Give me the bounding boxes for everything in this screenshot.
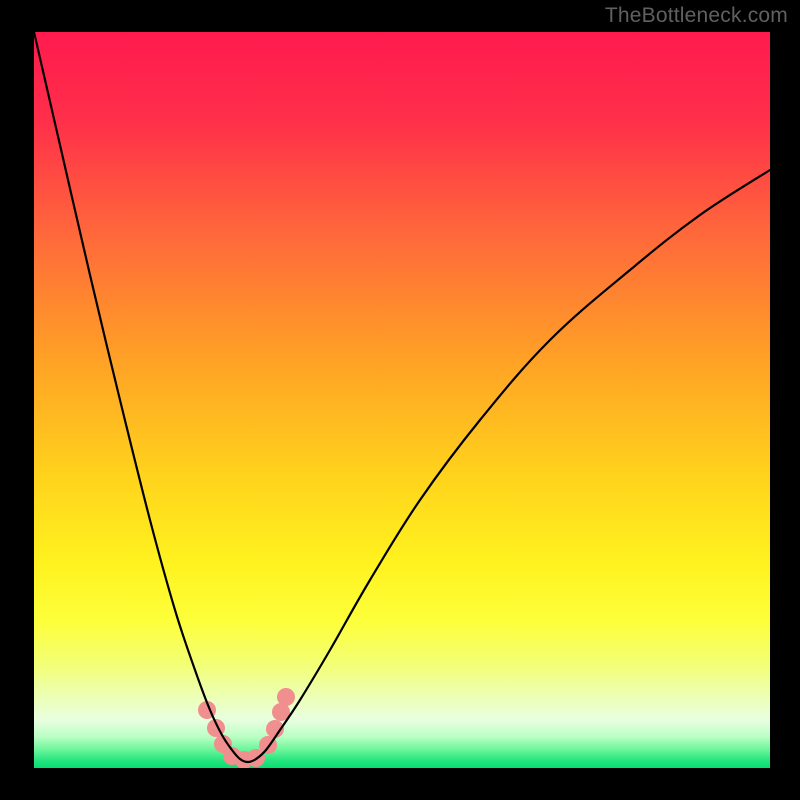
curve-marker bbox=[277, 688, 295, 706]
watermark-text: TheBottleneck.com bbox=[605, 4, 788, 28]
chart-frame: TheBottleneck.com bbox=[0, 0, 800, 800]
chart-svg bbox=[0, 0, 800, 800]
plot-background bbox=[34, 32, 770, 768]
